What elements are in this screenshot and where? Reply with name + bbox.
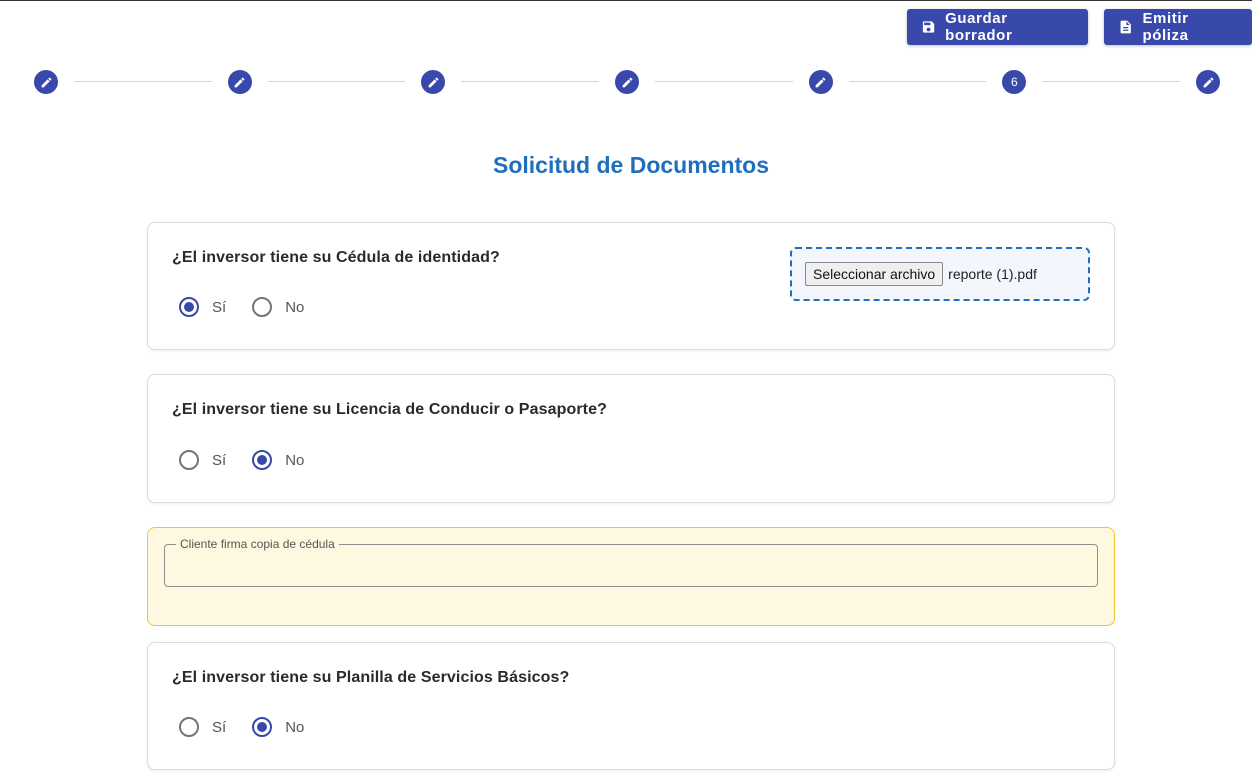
file-name: reporte (1).pdf (948, 266, 1037, 282)
stepper-connector (74, 81, 212, 82)
radio-option-si[interactable]: Sí (179, 297, 226, 317)
stepper-connector (848, 81, 987, 82)
select-file-button[interactable]: Seleccionar archivo (805, 262, 944, 286)
stepper-connector (655, 81, 793, 82)
question-text: ¿El inversor tiene su Licencia de Conduc… (172, 401, 607, 418)
radio-label: Sí (212, 451, 227, 469)
radio-option-si[interactable]: Sí (179, 450, 226, 470)
radio-label: Sí (212, 718, 227, 736)
radio-button[interactable] (252, 717, 273, 737)
signature-card: Cliente firma copia de cédula (147, 527, 1115, 626)
pencil-icon (622, 77, 632, 87)
signature-input[interactable] (165, 545, 1097, 586)
pencil-icon (815, 77, 826, 87)
radio-button[interactable] (179, 450, 199, 470)
radio-group: Sí No (179, 717, 330, 737)
step-3-edit[interactable] (421, 70, 446, 94)
radio-label: Sí (212, 298, 227, 316)
radio-button[interactable] (179, 297, 199, 317)
step-2-edit[interactable] (227, 70, 252, 94)
file-upload-zone[interactable]: Seleccionar archivo reporte (1).pdf (790, 247, 1090, 301)
question-card-utilities: ¿El inversor tiene su Planilla de Servic… (147, 642, 1115, 770)
radio-group: Sí No (179, 297, 330, 317)
question-card-cedula: ¿El inversor tiene su Cédula de identida… (147, 222, 1115, 350)
step-1-edit[interactable] (34, 70, 58, 94)
stepper-connector (461, 81, 599, 82)
issue-policy-button[interactable]: Emitir póliza (1104, 9, 1252, 45)
save-icon (922, 21, 935, 33)
stepper: 6 (34, 70, 1220, 94)
radio-label: No (285, 718, 305, 736)
step-5-edit[interactable] (808, 70, 833, 94)
radio-option-si[interactable]: Sí (179, 717, 226, 737)
radio-group: Sí No (179, 450, 330, 470)
radio-button[interactable] (252, 297, 273, 317)
step-4-edit[interactable] (615, 70, 639, 94)
radio-label: No (285, 298, 305, 316)
save-draft-button[interactable]: Guardar borrador (907, 9, 1088, 45)
pencil-icon (428, 77, 439, 87)
radio-label: No (285, 451, 305, 469)
step-number: 6 (1010, 75, 1018, 89)
pencil-icon (1203, 77, 1213, 87)
page-title: Solicitud de Documentos (492, 152, 770, 178)
radio-button[interactable] (179, 717, 199, 737)
save-draft-label: Guardar borrador (945, 10, 1013, 44)
question-card-license: ¿El inversor tiene su Licencia de Conduc… (147, 374, 1115, 503)
radio-option-no[interactable]: No (252, 297, 304, 317)
radio-button[interactable] (252, 450, 273, 470)
stepper-connector (1042, 81, 1180, 82)
question-text: ¿El inversor tiene su Planilla de Servic… (172, 669, 570, 686)
pencil-icon (41, 77, 51, 87)
issue-policy-label: Emitir póliza (1142, 10, 1189, 44)
signature-field: Cliente firma copia de cédula (164, 537, 1098, 587)
toolbar: Guardar borrador Emitir póliza (907, 9, 1252, 45)
stepper-connector (267, 81, 406, 82)
signature-field-label: Cliente firma copia de cédula (176, 537, 339, 551)
pencil-icon (234, 77, 245, 87)
step-6-current[interactable]: 6 (1002, 70, 1027, 94)
document-icon (1120, 20, 1131, 34)
step-7-edit[interactable] (1196, 70, 1220, 94)
question-text: ¿El inversor tiene su Cédula de identida… (172, 249, 500, 266)
radio-option-no[interactable]: No (252, 717, 304, 737)
radio-option-no[interactable]: No (252, 450, 304, 470)
